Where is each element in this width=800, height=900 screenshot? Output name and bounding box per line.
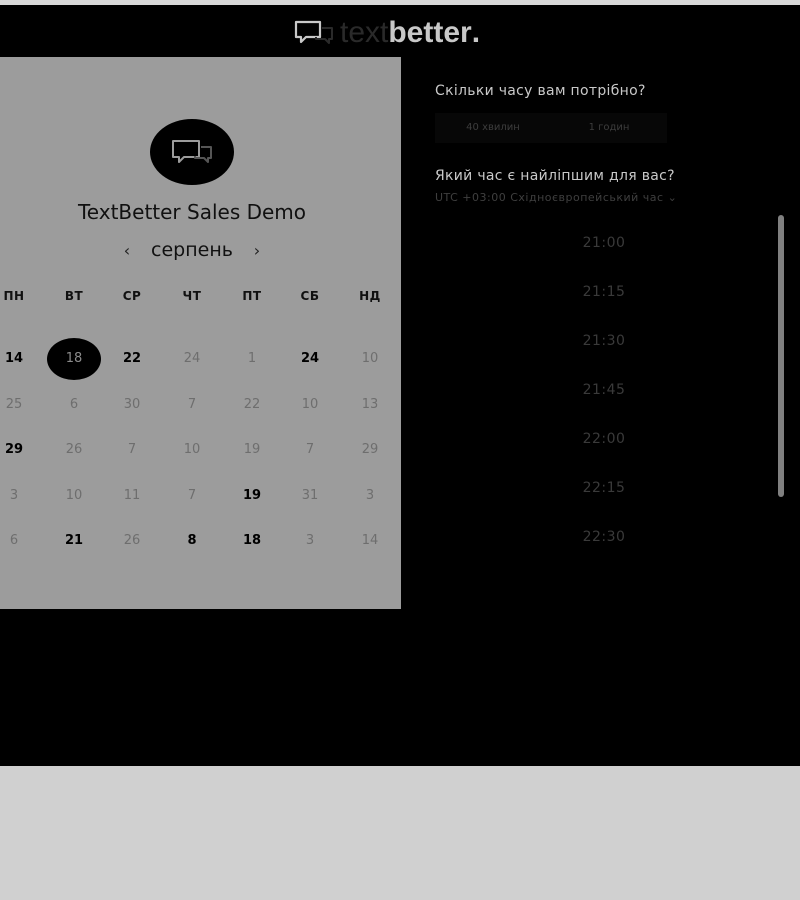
calendar-day: 7 <box>305 442 315 457</box>
time-slot-list: 21:00 21:15 21:30 21:45 22:00 22:15 22:30 <box>401 217 781 577</box>
time-slot[interactable]: 21:45 <box>551 376 657 404</box>
calendar-day[interactable]: 29 <box>0 438 34 462</box>
calendar-day: 10 <box>301 397 319 412</box>
weekday-label: СБ <box>300 289 320 303</box>
chat-bubbles-icon <box>172 140 212 163</box>
chevron-down-icon: ⌄ <box>667 191 678 204</box>
scrollbar[interactable] <box>778 215 784 497</box>
month-label: серпень <box>151 239 233 261</box>
logo-text-bold: better <box>388 16 472 49</box>
calendar-day: 19 <box>243 442 261 457</box>
time-slot[interactable]: 21:30 <box>551 327 657 355</box>
duration-question: Скільки часу вам потрібно? <box>435 83 646 99</box>
calendar-day: 30 <box>123 397 141 412</box>
calendar-day[interactable]: 22 <box>112 347 152 371</box>
timezone-label: UTC +03:00 Східноєвропейський час <box>435 191 664 204</box>
calendar-day: 3 <box>365 488 375 503</box>
header: text better. <box>0 5 800 57</box>
logo[interactable]: text better. <box>294 16 481 49</box>
page-title: TextBetter Sales Demo <box>77 200 307 224</box>
booking-panel: Скільки часу вам потрібно? 40 хвилин 1 г… <box>401 57 800 766</box>
timezone-select[interactable]: UTC +03:00 Східноєвропейський час ⌄ <box>435 191 677 204</box>
chat-bubbles-icon <box>294 20 333 44</box>
calendar-day: 7 <box>127 442 137 457</box>
time-question: Який час є найліпшим для вас? <box>435 168 675 184</box>
calendar-day[interactable]: 21 <box>54 529 94 553</box>
month-nav: ‹ серпень › <box>120 237 264 263</box>
calendar-card: TextBetter Sales Demo ‹ серпень › ПН ВТ СР… <box>0 57 401 609</box>
chevron-left-icon[interactable]: ‹ <box>120 241 134 260</box>
booking-page: text better. TextBetter Sales Demo ‹ серп… <box>0 5 800 766</box>
calendar-day: 10 <box>183 442 201 457</box>
calendar-day: 14 <box>361 533 379 548</box>
weekday-label: ПН <box>3 289 25 303</box>
calendar-day-selected[interactable]: 18 <box>47 338 101 380</box>
chevron-right-icon[interactable]: › <box>250 241 264 260</box>
time-slot[interactable]: 22:30 <box>551 523 657 551</box>
calendar-day[interactable]: 19 <box>232 484 272 508</box>
calendar-day: 31 <box>301 488 319 503</box>
calendar-day[interactable]: 14 <box>0 347 34 371</box>
calendar-day: 25 <box>5 397 23 412</box>
time-slot[interactable]: 22:15 <box>551 474 657 502</box>
calendar-day: 6 <box>69 397 79 412</box>
calendar-day: 22 <box>243 397 261 412</box>
calendar-day: 24 <box>183 351 201 366</box>
calendar-day: 26 <box>123 533 141 548</box>
calendar-day: 1 <box>247 351 257 366</box>
weekday-label: СР <box>122 289 142 303</box>
calendar-day: 26 <box>65 442 83 457</box>
calendar-day: 13 <box>361 397 379 412</box>
calendar-day: 6 <box>9 533 19 548</box>
calendar-day: 10 <box>65 488 83 503</box>
time-slot[interactable]: 22:00 <box>551 425 657 453</box>
calendar-day[interactable]: 24 <box>290 347 330 371</box>
duration-option-40-min[interactable]: 40 хвилин <box>435 113 551 143</box>
calendar-day: 11 <box>123 488 141 503</box>
calendar-day[interactable]: 18 <box>232 529 272 553</box>
calendar-day: 29 <box>361 442 379 457</box>
calendar-day: 7 <box>187 397 197 412</box>
calendar-day: 3 <box>9 488 19 503</box>
weekday-label: НД <box>359 289 381 303</box>
calendar-day[interactable]: 8 <box>172 529 212 553</box>
weekday-label: ВТ <box>64 289 84 303</box>
logo-dot: . <box>471 16 481 49</box>
calendar-day: 10 <box>361 351 379 366</box>
weekday-label: ПТ <box>242 289 262 303</box>
calendar-day: 3 <box>305 533 315 548</box>
avatar <box>150 119 234 185</box>
logo-text-light: text <box>340 16 389 49</box>
duration-option-1-hour[interactable]: 1 годин <box>551 113 667 143</box>
weekday-label: ЧТ <box>182 289 202 303</box>
time-slot[interactable]: 21:00 <box>551 229 657 257</box>
time-slot[interactable]: 21:15 <box>551 278 657 306</box>
calendar-day: 7 <box>187 488 197 503</box>
